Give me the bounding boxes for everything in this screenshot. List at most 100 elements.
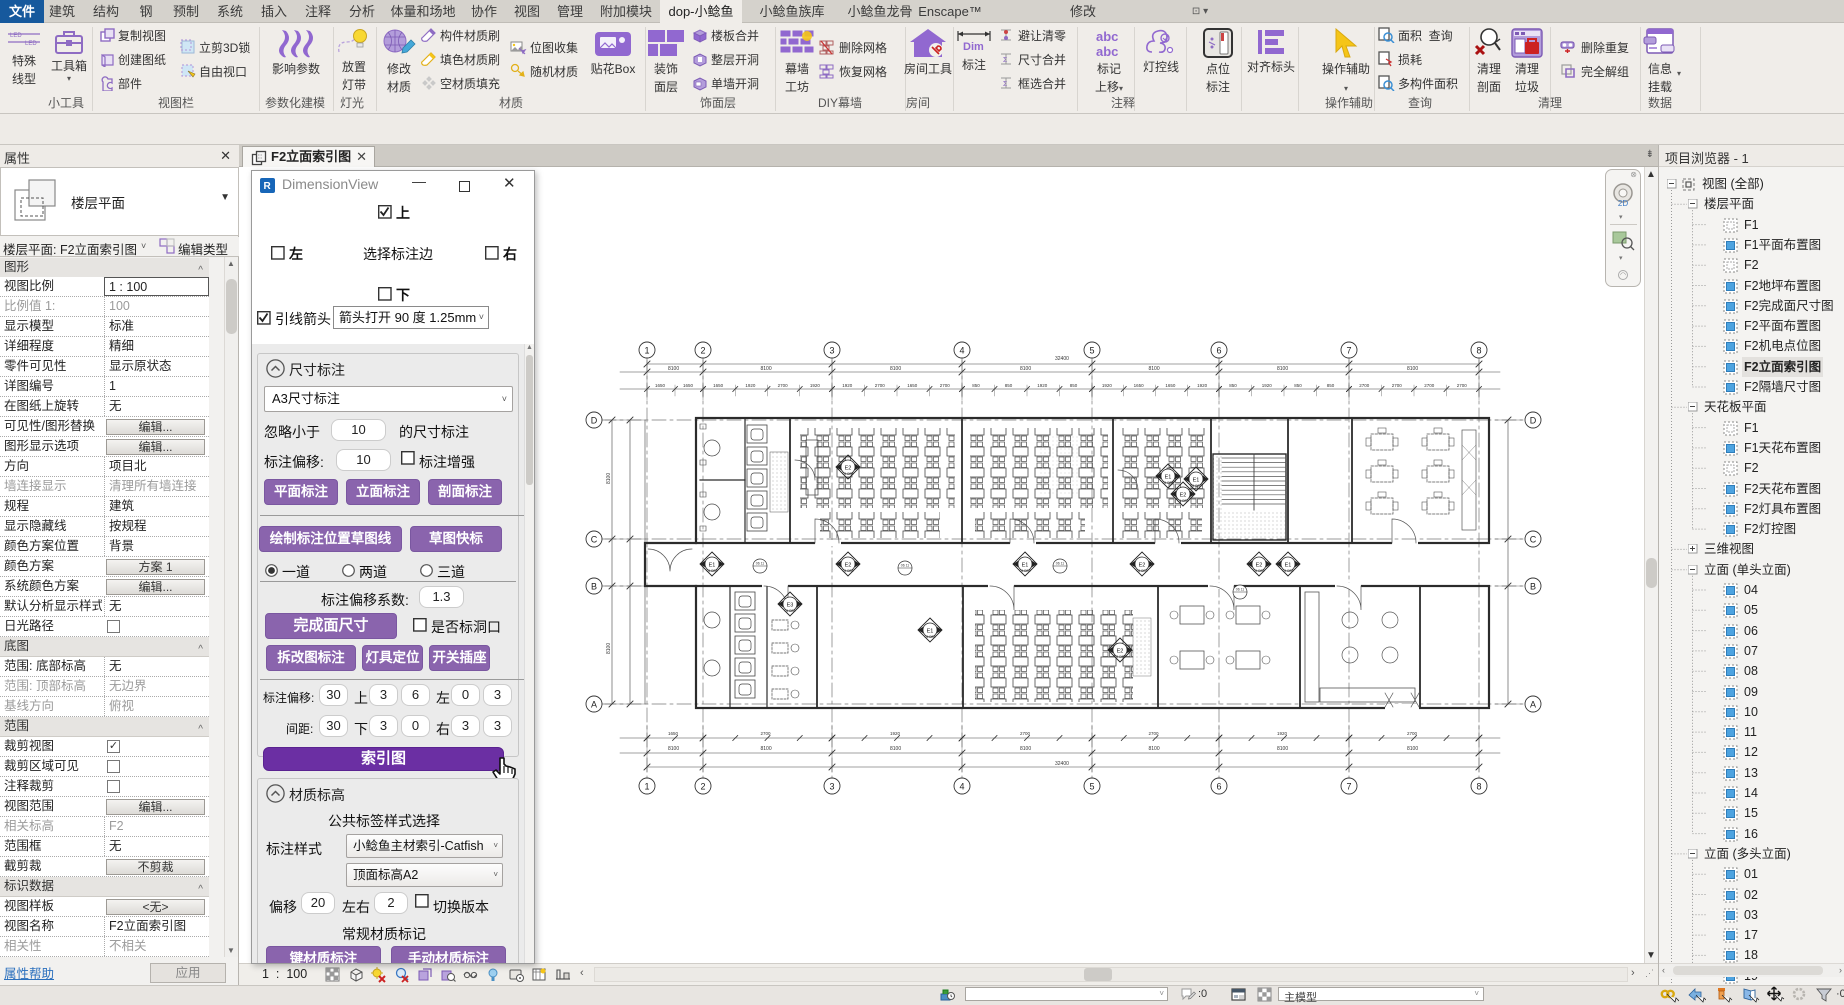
- svg-text:1920: 1920: [810, 383, 821, 388]
- svg-text:06 11: 06 11: [901, 564, 910, 568]
- svg-text:B: B: [591, 582, 597, 592]
- svg-text:1: 1: [644, 782, 649, 792]
- svg-text:E2: E2: [845, 563, 852, 569]
- svg-text:01 B04: 01 B04: [1177, 499, 1188, 503]
- svg-text:01 B04: 01 B04: [1019, 569, 1030, 573]
- svg-text:8100: 8100: [761, 366, 772, 372]
- svg-text:8100: 8100: [890, 366, 901, 372]
- svg-text:2700: 2700: [1020, 731, 1031, 736]
- svg-text:01 B04: 01 B04: [1162, 481, 1173, 485]
- svg-text:C: C: [591, 535, 598, 545]
- svg-text:8100: 8100: [1277, 746, 1288, 752]
- svg-text:D: D: [591, 416, 598, 426]
- svg-text:C: C: [1530, 535, 1537, 545]
- svg-text:1650: 1650: [668, 731, 679, 736]
- svg-text:850: 850: [1005, 383, 1013, 388]
- svg-text:2700: 2700: [778, 383, 789, 388]
- svg-text:3: 3: [829, 346, 834, 356]
- svg-text:8100: 8100: [1407, 366, 1418, 372]
- svg-text:abc: abc: [1096, 44, 1118, 58]
- svg-text:4: 4: [959, 346, 964, 356]
- svg-text:8100: 8100: [668, 746, 679, 752]
- svg-text:D: D: [1530, 416, 1537, 426]
- svg-text:E2: E2: [1139, 563, 1146, 569]
- svg-text:E1: E1: [1193, 478, 1200, 484]
- svg-text:2700: 2700: [1392, 383, 1403, 388]
- svg-text:1920: 1920: [1262, 383, 1273, 388]
- svg-text:LED: LED: [10, 33, 22, 39]
- svg-text:1: 1: [644, 346, 649, 356]
- svg-text:A: A: [591, 700, 597, 710]
- svg-text:32400: 32400: [1055, 761, 1069, 767]
- svg-text:1920: 1920: [890, 731, 901, 736]
- svg-text:1650: 1650: [907, 383, 918, 388]
- svg-text:8100: 8100: [1020, 366, 1031, 372]
- svg-text:Dim: Dim: [963, 41, 984, 53]
- svg-text:01 B04: 01 B04: [1282, 569, 1293, 573]
- svg-text:01 B04: 01 B04: [784, 609, 795, 613]
- svg-text:850: 850: [1070, 383, 1078, 388]
- svg-text:1650: 1650: [713, 383, 724, 388]
- svg-text:R: R: [264, 181, 272, 192]
- svg-text:5: 5: [1089, 346, 1094, 356]
- svg-text:E1: E1: [927, 629, 934, 635]
- svg-text:01 B04: 01 B04: [1114, 655, 1125, 659]
- svg-text:8100: 8100: [606, 643, 612, 654]
- svg-text:8100: 8100: [1407, 746, 1418, 752]
- svg-text:E2: E2: [1256, 563, 1263, 569]
- svg-text:1650: 1650: [655, 383, 666, 388]
- svg-text:01 B04: 01 B04: [1136, 569, 1147, 573]
- svg-text:1920: 1920: [1037, 383, 1048, 388]
- svg-text:2700: 2700: [1359, 383, 1370, 388]
- svg-text:8100: 8100: [668, 366, 679, 372]
- svg-text:2700: 2700: [1424, 383, 1435, 388]
- svg-text:8100: 8100: [890, 746, 901, 752]
- svg-text:1920: 1920: [842, 383, 853, 388]
- svg-text:8100: 8100: [1277, 366, 1288, 372]
- svg-text:Σ: Σ: [1003, 81, 1008, 88]
- svg-text:8100: 8100: [761, 746, 772, 752]
- svg-text:E2: E2: [1180, 493, 1187, 499]
- svg-text:8100: 8100: [1020, 746, 1031, 752]
- svg-text:1650: 1650: [683, 383, 694, 388]
- svg-text:A: A: [1530, 700, 1536, 710]
- svg-text:1920: 1920: [1197, 383, 1208, 388]
- svg-text:8: 8: [1476, 782, 1481, 792]
- svg-text:B: B: [1530, 582, 1536, 592]
- svg-text:1650: 1650: [1165, 383, 1176, 388]
- svg-text:6: 6: [1216, 782, 1221, 792]
- svg-text:6: 6: [1216, 346, 1221, 356]
- svg-text:01 B04: 01 B04: [842, 472, 853, 476]
- svg-text:7: 7: [1346, 782, 1351, 792]
- svg-text:850: 850: [1229, 383, 1237, 388]
- svg-text:2700: 2700: [1457, 383, 1468, 388]
- svg-text:01 B04: 01 B04: [706, 569, 717, 573]
- svg-text:LED: LED: [25, 41, 37, 47]
- svg-text:E1: E1: [709, 563, 716, 569]
- svg-text:850: 850: [1327, 383, 1335, 388]
- svg-text:2: 2: [700, 346, 705, 356]
- svg-text:1650: 1650: [1134, 383, 1145, 388]
- svg-text:E2: E2: [1117, 649, 1124, 655]
- svg-text:2D: 2D: [1618, 199, 1628, 208]
- svg-text:850: 850: [972, 383, 980, 388]
- svg-text:8100: 8100: [1149, 366, 1160, 372]
- svg-text:01 B04: 01 B04: [842, 569, 853, 573]
- svg-text:06 11: 06 11: [1056, 562, 1065, 566]
- svg-text:32400: 32400: [1055, 356, 1069, 362]
- svg-text:2700: 2700: [1149, 731, 1160, 736]
- svg-text:850: 850: [1294, 383, 1302, 388]
- svg-text:1920: 1920: [1102, 383, 1113, 388]
- svg-text:06 11: 06 11: [756, 562, 765, 566]
- svg-text:E1: E1: [1022, 563, 1029, 569]
- svg-text:Σ: Σ: [1003, 57, 1008, 64]
- svg-text:2: 2: [700, 782, 705, 792]
- svg-text:3: 3: [829, 782, 834, 792]
- svg-text:06 11: 06 11: [1236, 588, 1245, 592]
- svg-text:E1: E1: [1165, 475, 1172, 481]
- svg-text:E3: E3: [787, 603, 794, 609]
- svg-text:5: 5: [1089, 782, 1094, 792]
- svg-text:01 B04: 01 B04: [924, 635, 935, 639]
- svg-text:7: 7: [1346, 346, 1351, 356]
- svg-text:E1: E1: [1285, 563, 1292, 569]
